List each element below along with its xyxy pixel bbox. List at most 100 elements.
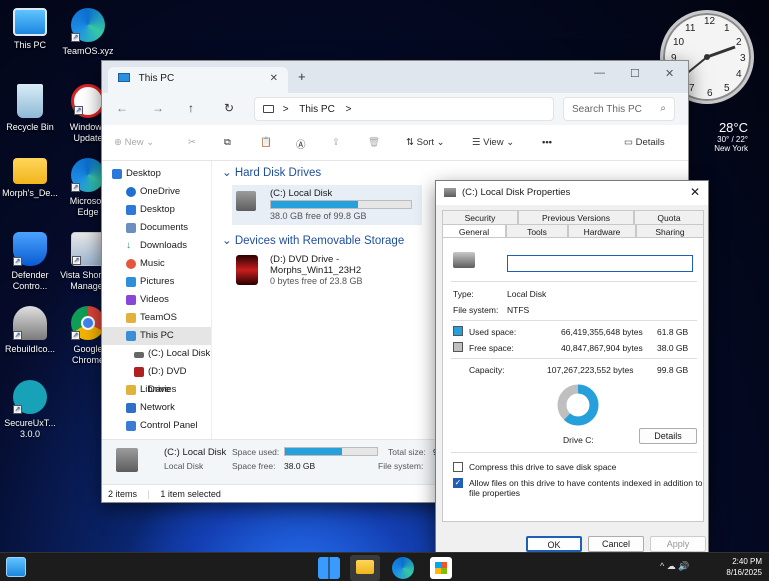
edge-taskbar-icon[interactable] xyxy=(392,557,414,579)
desktop-icon-this-pc[interactable]: This PC xyxy=(0,8,60,51)
forward-arrow-icon[interactable]: → xyxy=(152,101,164,115)
nav-item-d-drive[interactable]: (D:) DVD Drive xyxy=(102,363,211,395)
command-bar: ⊕ New ⌄ ✂ ⧉ 📋 Ⓐ ⇪ 🗑 ⇅ Sort ⌄ ☰ View ⌄ ••… xyxy=(102,125,688,161)
desktop-icon-teamos[interactable]: ↗ TeamOS.xyz xyxy=(58,8,118,57)
desktop-icon-recycle-bin[interactable]: Recycle Bin xyxy=(0,84,60,133)
nav-label: Network xyxy=(140,402,175,413)
address-bar[interactable]: > This PC > xyxy=(254,97,554,121)
file-explorer-taskbar-button[interactable] xyxy=(350,555,380,581)
desktop-icon-morphs-folder[interactable]: Morph's_De... xyxy=(0,158,60,199)
nav-item-videos[interactable]: Videos xyxy=(102,291,211,309)
nav-item-this-pc[interactable]: This PC xyxy=(102,327,211,345)
up-arrow-icon[interactable]: ↑ xyxy=(188,101,194,115)
details-drive-type: Local Disk xyxy=(164,461,204,471)
apply-button[interactable]: Apply xyxy=(650,536,706,552)
maximize-button[interactable]: ☐ xyxy=(630,67,640,80)
shortcut-arrow-icon: ↗ xyxy=(71,33,80,42)
compress-label: Compress this drive to save disk space xyxy=(469,462,617,472)
desktop-icon xyxy=(126,205,136,215)
breadcrumb-separator[interactable]: > xyxy=(346,104,352,115)
search-input[interactable]: Search This PC ⌕ xyxy=(563,97,675,121)
store-logo-icon xyxy=(435,562,447,574)
shortcut-arrow-icon: ↗ xyxy=(13,257,22,266)
desktop-icon-rebuildicon[interactable]: ↗ RebuildIco... xyxy=(0,306,60,355)
sort-button[interactable]: ⇅ Sort ⌄ xyxy=(406,137,445,148)
desktop-icon-label: Defender Contro... xyxy=(11,270,49,291)
index-checkbox[interactable]: ✓ xyxy=(453,478,463,488)
monitor-icon xyxy=(13,8,47,36)
nav-item-teamos[interactable]: TeamOS xyxy=(102,309,211,327)
new-button[interactable]: ⊕ New ⌄ xyxy=(114,137,154,148)
system-tray-icons[interactable]: ^ ☁ 🔊 xyxy=(660,561,689,572)
close-dialog-icon[interactable]: ✕ xyxy=(690,185,700,199)
tab-quota[interactable]: Quota xyxy=(634,210,704,225)
paste-icon[interactable]: 📋 xyxy=(260,137,272,148)
local-disk-icon xyxy=(116,448,138,472)
tab-previous-versions[interactable]: Previous Versions xyxy=(518,210,634,225)
nav-item-desktop-sub[interactable]: Desktop xyxy=(102,201,211,219)
cut-icon[interactable]: ✂ xyxy=(188,137,196,148)
general-tab-panel: Type: Local Disk File system: NTFS Used … xyxy=(442,237,704,522)
shortcut-arrow-icon: ↗ xyxy=(13,405,22,414)
cancel-button[interactable]: Cancel xyxy=(588,536,644,552)
share-icon[interactable]: ⇪ xyxy=(332,137,340,148)
back-arrow-icon[interactable]: ← xyxy=(116,101,128,115)
weather-gadget[interactable]: 28°C 30° / 22° New York xyxy=(700,120,748,153)
volume-label-input[interactable] xyxy=(507,255,693,272)
group-title: Devices with Removable Storage xyxy=(234,235,405,247)
nav-item-music[interactable]: Music xyxy=(102,255,211,273)
desktop-icon-defender[interactable]: ↗ Defender Contro... xyxy=(0,232,60,292)
breadcrumb-separator[interactable]: > xyxy=(283,104,289,115)
nav-item-libraries[interactable]: Libraries xyxy=(102,381,211,399)
dialog-title: (C:) Local Disk Properties xyxy=(462,187,571,198)
search-icon: ⌕ xyxy=(660,103,666,114)
monitor-icon xyxy=(126,331,136,341)
nav-item-network[interactable]: Network xyxy=(102,399,211,417)
more-options-button[interactable]: ••• xyxy=(542,137,552,148)
compress-checkbox[interactable] xyxy=(453,462,463,472)
network-icon xyxy=(126,403,136,413)
tab-this-pc[interactable]: This PC ✕ xyxy=(108,67,288,93)
nav-item-c-drive[interactable]: (C:) Local Disk xyxy=(102,345,211,363)
new-tab-button[interactable]: + xyxy=(298,69,306,84)
details-pane-button[interactable]: ▭ Details xyxy=(624,137,665,148)
start-windows-icon[interactable] xyxy=(318,557,340,579)
free-space-label: Free space: xyxy=(469,343,514,353)
desktop-preview-icon[interactable] xyxy=(6,557,26,577)
minimize-button[interactable]: — xyxy=(594,67,605,79)
desktop-icon-label: SecureUxT... 3.0.0 xyxy=(4,418,56,439)
details-button[interactable]: Details xyxy=(639,428,697,444)
breadcrumb-this-pc[interactable]: This PC xyxy=(299,104,335,115)
folder-icon xyxy=(13,158,47,184)
folder-icon xyxy=(126,313,136,323)
cloud-icon xyxy=(126,187,136,197)
rename-icon[interactable]: Ⓐ xyxy=(296,137,306,151)
nav-item-desktop[interactable]: Desktop xyxy=(102,165,211,183)
local-disk-icon xyxy=(236,191,256,211)
ok-button[interactable]: OK xyxy=(526,536,582,552)
refresh-icon[interactable]: ↻ xyxy=(224,101,234,115)
download-icon: ↓ xyxy=(126,240,131,251)
dialog-title-bar: (C:) Local Disk Properties ✕ xyxy=(436,181,708,205)
store-taskbar-icon[interactable] xyxy=(430,557,452,579)
close-window-button[interactable]: ✕ xyxy=(665,67,674,80)
copy-icon[interactable]: ⧉ xyxy=(224,137,231,148)
nav-item-documents[interactable]: Documents xyxy=(102,219,211,237)
library-icon xyxy=(126,385,136,395)
pictures-icon xyxy=(126,277,136,287)
taskbar-clock[interactable]: 2:40 PM 8/16/2025 xyxy=(722,556,762,578)
tab-general[interactable]: General xyxy=(442,224,506,238)
nav-item-control-panel[interactable]: Control Panel xyxy=(102,417,211,435)
nav-item-pictures[interactable]: Pictures xyxy=(102,273,211,291)
desktop-icon-label: Recycle Bin xyxy=(6,122,54,132)
taskbar-date: 8/16/2025 xyxy=(726,568,762,577)
nav-item-downloads[interactable]: ↓ Downloads xyxy=(102,237,211,255)
close-tab-icon[interactable]: ✕ xyxy=(270,73,278,84)
tab-security[interactable]: Security xyxy=(442,210,518,225)
music-icon xyxy=(126,259,136,269)
delete-icon[interactable]: 🗑 xyxy=(368,137,380,148)
desktop-icon-secureux[interactable]: ↗ SecureUxT... 3.0.0 xyxy=(0,380,60,440)
view-button[interactable]: ☰ View ⌄ xyxy=(472,137,514,148)
drive-c-item[interactable]: (C:) Local Disk 38.0 GB free of 99.8 GB xyxy=(232,185,422,225)
nav-item-onedrive[interactable]: OneDrive xyxy=(102,183,211,201)
